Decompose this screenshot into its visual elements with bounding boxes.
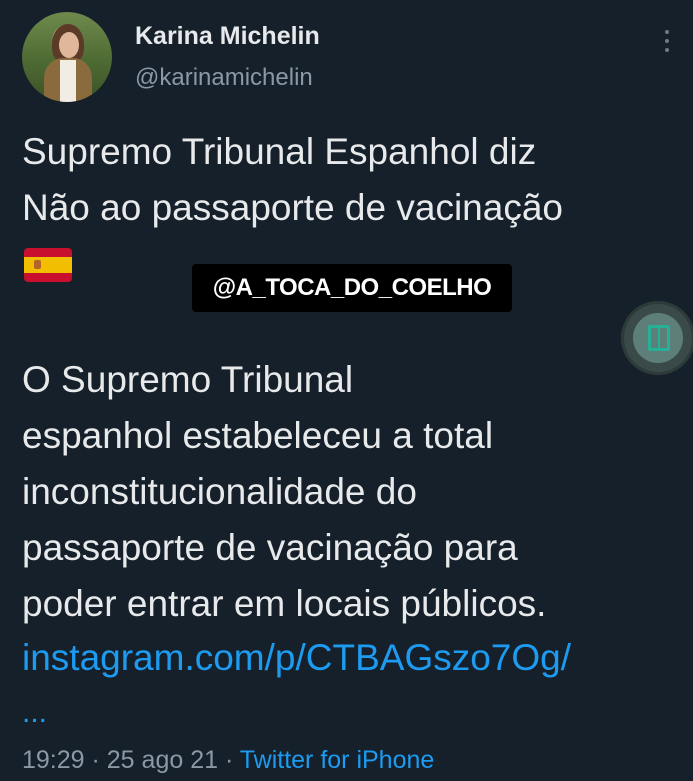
tweet-body-paragraph: O Supremo Tribunal espanhol estabeleceu … bbox=[22, 352, 546, 632]
tweet-body-line: poder entrar em locais públicos. bbox=[22, 583, 547, 624]
book-icon bbox=[648, 325, 670, 351]
avatar-face bbox=[59, 32, 79, 58]
tweet-body-line: inconstitucionalidade do bbox=[22, 471, 417, 512]
more-dot bbox=[665, 30, 669, 34]
floating-action-button[interactable] bbox=[621, 301, 693, 375]
tweet-link[interactable]: instagram.com/p/CTBAGszo7Og/ bbox=[22, 630, 571, 686]
tweet-body-line: passaporte de vacinação para bbox=[22, 527, 518, 568]
tweet-source-link[interactable]: Twitter for iPhone bbox=[240, 746, 435, 774]
author-avatar[interactable] bbox=[22, 12, 112, 102]
tweet-body-line: O Supremo Tribunal bbox=[22, 359, 354, 400]
avatar-shirt bbox=[60, 60, 76, 102]
tweet-text-line: Supremo Tribunal Espanhol diz bbox=[22, 131, 537, 172]
author-display-name[interactable]: Karina Michelin bbox=[135, 22, 320, 51]
author-handle[interactable]: @karinamichelin bbox=[135, 64, 313, 92]
watermark-label: @A_TOCA_DO_COELHO bbox=[192, 264, 512, 312]
more-dot bbox=[665, 48, 669, 52]
tweet-date[interactable]: 25 ago 21 bbox=[107, 746, 218, 774]
tweet-text-line: Não ao passaporte de vacinação bbox=[22, 187, 563, 228]
more-dot bbox=[665, 39, 669, 43]
tweet-metadata: 19:29 · 25 ago 21 · Twitter for iPhone bbox=[22, 742, 434, 778]
tweet-time[interactable]: 19:29 bbox=[22, 746, 85, 774]
tweet-body-line: espanhol estabeleceu a total bbox=[22, 415, 494, 456]
meta-separator: · bbox=[218, 746, 240, 774]
spain-flag-icon bbox=[24, 248, 72, 282]
tweet-link-ellipsis[interactable]: ... bbox=[22, 698, 47, 728]
meta-separator: · bbox=[84, 746, 107, 774]
more-options-icon[interactable] bbox=[660, 30, 674, 56]
